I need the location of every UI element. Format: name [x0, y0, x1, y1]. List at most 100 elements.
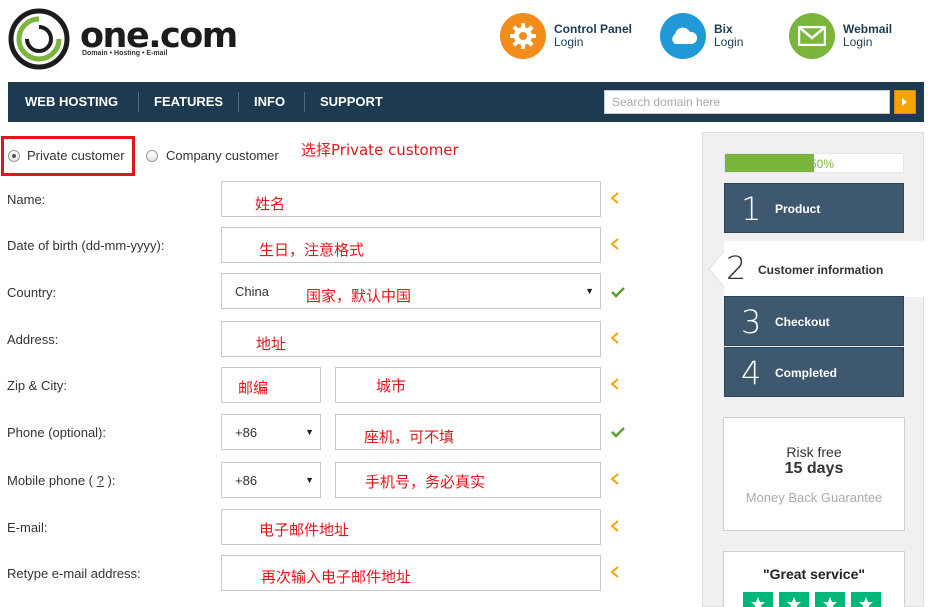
step-number: 2 — [726, 249, 747, 287]
name-annotation: 姓名 — [255, 195, 286, 213]
dob-annotation: 生日，注意格式 — [259, 241, 365, 259]
customer-type-annotation: 选择Private customer — [301, 141, 459, 159]
guarantee-line3: Money Back Guarantee — [745, 490, 883, 505]
step-completed[interactable]: 4 Completed — [724, 347, 904, 397]
phone-label: Phone (optional): — [7, 425, 107, 440]
progress-fill — [725, 154, 814, 172]
step-label: Product — [775, 202, 821, 216]
brand-logo[interactable]: one.com Domain • Hosting • E-mail — [8, 8, 248, 70]
address-input[interactable]: 地址 — [221, 321, 601, 357]
private-customer-radio[interactable] — [8, 150, 20, 162]
email-annotation: 电子邮件地址 — [259, 521, 350, 539]
nav-divider — [138, 92, 139, 112]
star-icon — [815, 592, 845, 607]
review-box: "Great service" — [723, 551, 905, 607]
bix-sub: Login — [714, 35, 744, 49]
country-label: Country: — [7, 285, 57, 300]
chevron-left-icon — [610, 238, 619, 250]
logo-mark-icon — [8, 8, 70, 70]
country-value: China — [235, 284, 269, 299]
domain-search-button[interactable] — [894, 90, 916, 114]
step-label: Customer information — [758, 263, 884, 277]
order-sidebar: 50% 1 Product 2 Customer information 3 C… — [702, 132, 925, 607]
nav-divider — [238, 92, 239, 112]
webmail-sub: Login — [843, 35, 873, 49]
mobile-input[interactable]: 手机号，务必真实 — [335, 462, 601, 498]
address-label: Address: — [7, 332, 59, 347]
dropdown-arrow-icon: ▼ — [305, 427, 314, 437]
step-number: 1 — [741, 190, 762, 228]
zip-input[interactable]: 邮编 — [221, 367, 321, 403]
nav-info[interactable]: INFO — [254, 82, 285, 122]
name-input[interactable]: 姓名 — [221, 181, 601, 217]
country-select[interactable]: China 国家，默认中国 ▼ — [221, 273, 601, 309]
step-number: 3 — [741, 303, 762, 341]
nav-features[interactable]: FEATURES — [154, 82, 223, 122]
chevron-left-icon — [610, 378, 619, 390]
mobile-label-prefix: Mobile phone ( — [7, 473, 93, 488]
progress-bar: 50% — [724, 153, 904, 173]
phone-input[interactable]: 座机，可不填 — [335, 414, 601, 450]
domain-search-input[interactable] — [604, 90, 890, 114]
mobile-label: Mobile phone ( ? ): — [7, 473, 115, 488]
company-customer-label[interactable]: Company customer — [166, 148, 279, 163]
phone-code-select[interactable]: +86 ▼ — [221, 414, 321, 450]
step-number: 4 — [741, 354, 762, 392]
nav-divider — [304, 92, 305, 112]
dropdown-arrow-icon: ▼ — [305, 475, 314, 485]
mobile-code-select[interactable]: +86 ▼ — [221, 462, 321, 498]
star-icon — [743, 592, 773, 607]
chevron-left-icon — [610, 332, 619, 344]
step-customer-information[interactable]: 2 Customer information — [708, 241, 908, 297]
dropdown-arrow-icon: ▼ — [585, 286, 594, 296]
webmail-login-link[interactable]: Webmail Login — [789, 12, 892, 60]
chevron-left-icon — [610, 192, 619, 204]
email-retype-input[interactable]: 再次输入电子邮件地址 — [221, 555, 601, 591]
checkmark-icon — [611, 427, 625, 438]
nav-web-hosting[interactable]: WEB HOSTING — [25, 82, 118, 122]
step-label: Checkout — [775, 315, 830, 329]
step-checkout[interactable]: 3 Checkout — [724, 296, 904, 346]
mobile-annotation: 手机号，务必真实 — [365, 473, 486, 491]
name-label: Name: — [7, 192, 46, 207]
mobile-code-value: +86 — [235, 473, 258, 488]
dob-input[interactable]: 生日，注意格式 — [221, 227, 601, 263]
control-panel-login-link[interactable]: Control Panel Login — [500, 12, 632, 60]
step-product[interactable]: 1 Product — [724, 183, 904, 233]
mobile-help-link[interactable]: ? — [97, 473, 104, 488]
order-page: one.com Domain • Hosting • E-mail Contro… — [0, 0, 936, 607]
city-annotation: 城市 — [376, 377, 407, 395]
guarantee-line2: 15 days — [784, 460, 844, 477]
address-annotation: 地址 — [256, 335, 287, 353]
email-retype-annotation: 再次输入电子邮件地址 — [261, 568, 412, 586]
mobile-label-suffix: ): — [107, 473, 116, 488]
country-annotation: 国家，默认中国 — [306, 287, 412, 305]
step-label: Completed — [775, 366, 838, 380]
cloud-icon — [660, 13, 706, 59]
company-customer-radio[interactable] — [146, 150, 158, 162]
guarantee-line1: Risk free — [786, 444, 842, 460]
city-input[interactable]: 城市 — [335, 367, 601, 403]
review-title: "Great service" — [762, 566, 865, 582]
bix-login-link[interactable]: Bix Login — [660, 12, 743, 60]
email-input[interactable]: 电子邮件地址 — [221, 509, 601, 545]
chevron-left-icon — [610, 566, 619, 578]
email-label: E-mail: — [7, 520, 48, 535]
envelope-icon — [789, 13, 835, 59]
zip-annotation: 邮编 — [238, 379, 269, 397]
checkmark-icon — [611, 287, 625, 298]
email-retype-label: Retype e-mail address: — [7, 566, 141, 581]
star-icon — [779, 592, 809, 607]
money-back-guarantee: Risk free 15 days Money Back Guarantee — [723, 417, 905, 531]
main-nav: WEB HOSTING FEATURES INFO SUPPORT — [8, 82, 924, 122]
progress-label: 50% — [810, 157, 835, 171]
zip-city-label: Zip & City: — [7, 378, 67, 393]
nav-support[interactable]: SUPPORT — [320, 82, 383, 122]
private-customer-label[interactable]: Private customer — [27, 148, 125, 163]
star-icon — [851, 592, 881, 607]
phone-annotation: 座机，可不填 — [364, 428, 455, 446]
control-panel-sub: Login — [554, 35, 584, 49]
phone-code-value: +86 — [235, 425, 258, 440]
chevron-right-icon — [902, 98, 907, 106]
brand-tagline: Domain • Hosting • E-mail — [82, 50, 168, 57]
